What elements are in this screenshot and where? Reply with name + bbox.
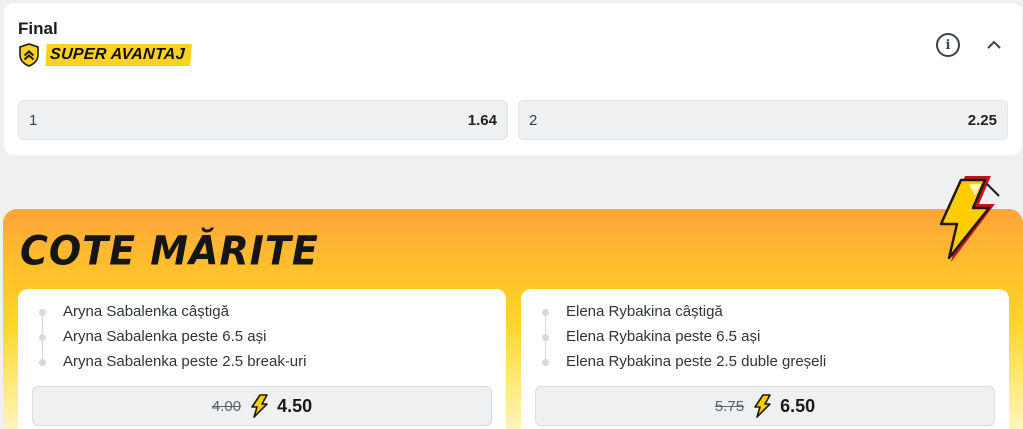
chevron-up-icon — [987, 40, 1001, 49]
new-odds: 4.50 — [277, 395, 313, 416]
odd-value: 1.64 — [467, 111, 497, 129]
info-icon: i — [945, 37, 951, 53]
boost-title: COTE MĂRITE — [20, 227, 319, 275]
boost-card-1: Aryna Sabalenka câștigă Aryna Sabalenka … — [18, 289, 506, 429]
leg-label: Elena Rybakina peste 2.5 duble greșeli — [566, 353, 827, 370]
odd-button-1[interactable]: 1 1.64 — [18, 100, 508, 140]
leg-label: Elena Rybakina peste 6.5 ași — [566, 328, 761, 345]
market-title: Final — [18, 19, 58, 38]
shield-chevron-icon — [19, 43, 39, 67]
leg-dot — [542, 359, 549, 366]
old-odds: 4.00 — [211, 397, 242, 415]
super-avantaj-badge: SUPER AVANTAJ — [18, 43, 192, 67]
market-card: Final SUPER AVANTAJ i 1 1.64 2 2.25 — [4, 3, 1022, 155]
bet-legs: Elena Rybakina câștigă Elena Rybakina pe… — [535, 302, 995, 377]
lightning-bolt-icon — [754, 394, 771, 418]
bet-leg: Aryna Sabalenka peste 6.5 ași — [32, 327, 492, 365]
badge-label: SUPER AVANTAJ — [45, 44, 192, 66]
bet-leg: Elena Rybakina peste 6.5 ași — [535, 327, 995, 365]
bet-leg: Aryna Sabalenka peste 2.5 break-uri — [32, 352, 492, 377]
boost-card-2: Elena Rybakina câștigă Elena Rybakina pe… — [521, 289, 1009, 429]
bet-leg: Aryna Sabalenka câștigă — [32, 302, 492, 340]
bet-leg: Elena Rybakina peste 2.5 duble greșeli — [535, 352, 995, 377]
bet-leg: Elena Rybakina câștigă — [535, 302, 995, 340]
collapse-button[interactable] — [983, 33, 1005, 57]
info-button[interactable]: i — [936, 33, 960, 57]
leg-label: Aryna Sabalenka câștigă — [63, 303, 229, 320]
lightning-bolt-icon — [251, 394, 268, 418]
odd-selection: 1 — [29, 111, 38, 129]
bet-legs: Aryna Sabalenka câștigă Aryna Sabalenka … — [32, 302, 492, 377]
leg-label: Aryna Sabalenka peste 2.5 break-uri — [63, 353, 307, 370]
boosted-odds-button[interactable]: 5.75 6.50 — [535, 386, 995, 426]
new-odds: 6.50 — [780, 395, 816, 416]
leg-label: Elena Rybakina câștigă — [566, 303, 723, 320]
odd-value: 2.25 — [967, 111, 997, 129]
lightning-bolt-icon — [939, 176, 1000, 262]
odd-selection: 2 — [529, 111, 538, 129]
odd-button-2[interactable]: 2 2.25 — [518, 100, 1008, 140]
old-odds: 5.75 — [714, 397, 745, 415]
leg-label: Aryna Sabalenka peste 6.5 ași — [63, 328, 267, 345]
leg-dot — [39, 359, 46, 366]
boosted-odds-button[interactable]: 4.00 4.50 — [32, 386, 492, 426]
